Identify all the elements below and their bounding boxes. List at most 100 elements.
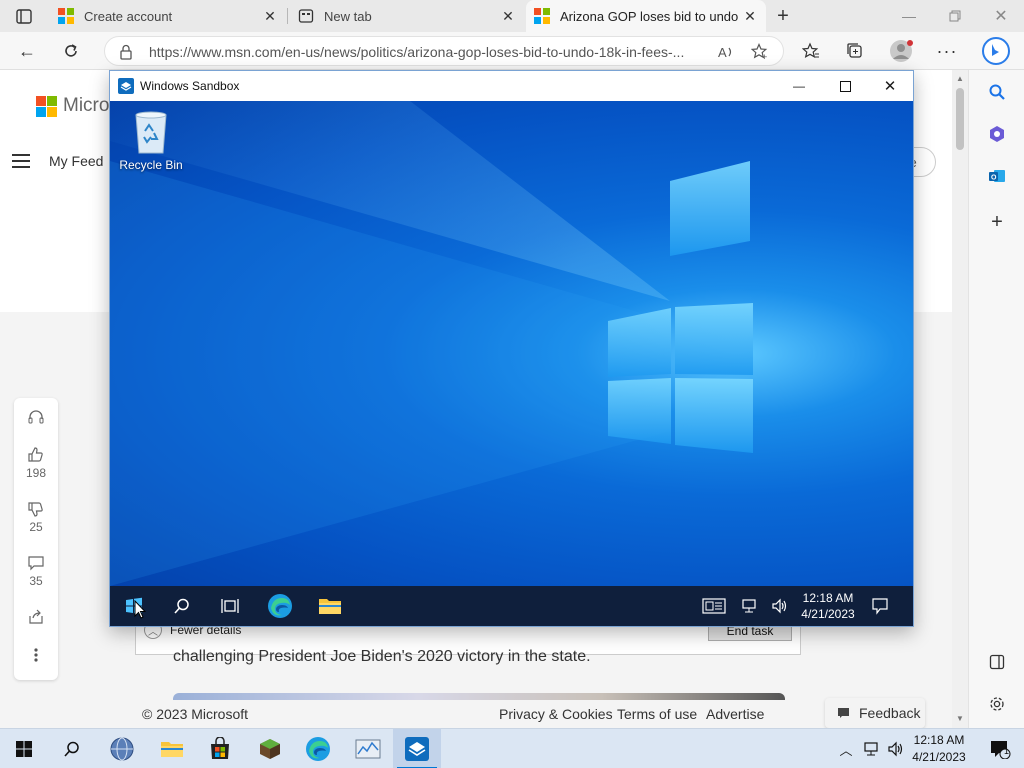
network-button[interactable] [860, 729, 884, 768]
profile-button[interactable] [886, 37, 916, 65]
add-favorite-icon[interactable]: + [751, 43, 769, 61]
outlook-icon: O [989, 170, 1005, 182]
dislike-button[interactable]: 25 [14, 500, 58, 534]
show-hidden-icons-button[interactable]: ︿ [836, 729, 856, 768]
favorites-button[interactable] [796, 37, 826, 65]
tab-divider [287, 8, 288, 24]
sandbox-titlebar[interactable]: Windows Sandbox — ✕ [110, 71, 913, 101]
sidebar-outlook-button[interactable]: O [983, 162, 1011, 190]
lock-icon [120, 44, 132, 60]
sandbox-clock[interactable]: 12:18 AM 4/21/2023 [798, 590, 858, 622]
sidebar-settings-button[interactable] [983, 690, 1011, 718]
like-button[interactable]: 198 [14, 446, 58, 480]
refresh-button[interactable] [56, 37, 86, 65]
more-options-button[interactable] [14, 646, 58, 666]
taskbar-edge[interactable] [294, 729, 342, 768]
minimize-button[interactable]: — [886, 0, 932, 32]
edge-icon [306, 737, 330, 761]
tab-actions-button[interactable] [10, 6, 38, 28]
store-icon [211, 737, 229, 759]
windows-sandbox-window[interactable]: Windows Sandbox — ✕ Recycle Bin 12:18 AM… [109, 70, 914, 627]
notification-center-button[interactable]: 1 [976, 729, 1024, 768]
restore-button[interactable] [932, 0, 978, 32]
volume-button[interactable] [884, 729, 908, 768]
address-bar[interactable]: https://www.msn.com/en-us/news/politics/… [104, 36, 784, 66]
tab-close-button[interactable]: ✕ [262, 8, 278, 24]
taskbar-app-globe[interactable] [98, 729, 146, 768]
sidebar-toggle-button[interactable] [983, 648, 1011, 676]
folder-icon [161, 742, 183, 757]
feedback-button[interactable]: Feedback [825, 698, 925, 728]
restore-icon [949, 10, 961, 22]
close-icon: ✕ [994, 8, 1008, 25]
plus-icon: + [991, 210, 1003, 233]
msn-logo[interactable]: Micros [36, 95, 119, 117]
new-tab-button[interactable]: + [770, 4, 796, 28]
search-icon [174, 598, 189, 614]
page-scrollbar[interactable]: ▲ ▼ [952, 70, 968, 728]
host-clock[interactable]: 12:18 AM 4/21/2023 [908, 732, 970, 766]
sandbox-maximize-button[interactable] [822, 71, 868, 101]
my-feed-link[interactable]: My Feed [49, 153, 103, 169]
scroll-down-icon[interactable]: ▼ [956, 714, 964, 723]
taskbar-task-manager[interactable] [344, 729, 392, 768]
sandbox-start-button[interactable] [110, 586, 158, 626]
sandbox-desktop[interactable]: Recycle Bin [110, 101, 913, 586]
windows-wallpaper [110, 101, 753, 586]
terms-link[interactable]: Terms of use [617, 706, 697, 722]
sandbox-file-explorer-button[interactable] [306, 586, 354, 626]
sandbox-edge-button[interactable] [256, 586, 304, 626]
hamburger-menu-icon[interactable] [12, 154, 30, 168]
tab-arizona-gop-article[interactable]: Arizona GOP loses bid to undo $ ✕ [526, 0, 766, 32]
taskbar-file-explorer[interactable] [148, 729, 196, 768]
tab-label: Create account [84, 8, 173, 24]
listen-button[interactable] [14, 408, 58, 428]
close-window-button[interactable]: ✕ [978, 0, 1024, 32]
start-button[interactable] [0, 729, 48, 768]
sandbox-notifications-button[interactable] [856, 586, 904, 626]
favorites-icon [802, 42, 819, 59]
sidebar-tools-button[interactable] [983, 120, 1011, 148]
search-button[interactable] [48, 729, 96, 768]
sandbox-close-button[interactable]: ✕ [867, 71, 913, 101]
sidebar-add-button[interactable]: + [983, 208, 1011, 236]
sandbox-app-icon [405, 737, 429, 761]
sidebar-search-button[interactable] [983, 78, 1011, 106]
sandbox-search-button[interactable] [158, 586, 206, 626]
like-count: 198 [25, 466, 47, 480]
taskbar-windows-sandbox[interactable] [393, 729, 441, 768]
tools-icon [990, 126, 1004, 142]
sandbox-minimize-button[interactable]: — [776, 71, 822, 101]
settings-more-button[interactable]: ··· [932, 37, 962, 65]
share-button[interactable] [14, 608, 58, 628]
minimize-icon: — [793, 79, 805, 93]
recycle-bin-shortcut[interactable]: Recycle Bin [116, 109, 186, 172]
back-button[interactable]: ← [12, 37, 42, 65]
sandbox-task-view-button[interactable] [206, 586, 254, 626]
volume-icon [888, 741, 903, 757]
tab-create-account[interactable]: Create account ✕ [50, 0, 286, 32]
collections-button[interactable] [840, 37, 870, 65]
scrollbar-thumb[interactable] [956, 88, 964, 150]
tab-close-button[interactable]: ✕ [500, 8, 516, 24]
sandbox-title: Windows Sandbox [140, 79, 240, 93]
privacy-link[interactable]: Privacy & Cookies [499, 706, 613, 722]
bing-chat-button[interactable] [980, 37, 1012, 65]
article-snippet: challenging President Joe Biden's 2020 v… [173, 648, 591, 665]
sandbox-network-button[interactable] [736, 586, 764, 626]
tab-new-tab[interactable]: New tab ✕ [290, 0, 524, 32]
scroll-up-icon[interactable]: ▲ [956, 74, 964, 83]
task-view-icon [221, 599, 239, 613]
taskbar-minecraft[interactable] [246, 729, 294, 768]
more-icon: ··· [936, 40, 958, 61]
sandbox-news-button[interactable] [690, 586, 738, 626]
taskbar-microsoft-store[interactable] [196, 729, 244, 768]
comments-button[interactable]: 35 [14, 554, 58, 588]
read-aloud-icon[interactable]: A [717, 43, 735, 61]
tab-close-button[interactable]: ✕ [742, 8, 758, 24]
advertise-link[interactable]: Advertise [706, 706, 764, 722]
comment-icon [28, 556, 44, 571]
sandbox-volume-button[interactable] [766, 586, 794, 626]
host-clock-date: 4/21/2023 [912, 750, 966, 764]
share-icon [29, 609, 43, 624]
